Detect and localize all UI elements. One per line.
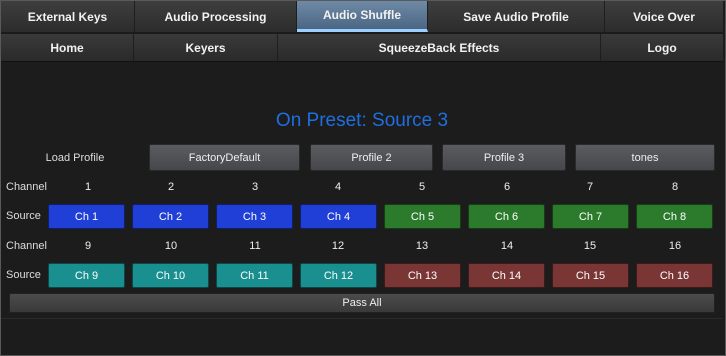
divider	[1, 318, 723, 319]
channel-number: 13	[415, 240, 429, 252]
pass-all-button[interactable]: Pass All	[9, 293, 715, 313]
source-button-ch3[interactable]: Ch 3	[216, 204, 293, 229]
channel-number: 7	[586, 181, 594, 193]
source-button-ch7[interactable]: Ch 7	[552, 204, 629, 229]
profile-button-tones[interactable]: tones	[575, 144, 715, 171]
source-button-ch13[interactable]: Ch 13	[384, 263, 461, 288]
source-button-ch10[interactable]: Ch 10	[132, 263, 209, 288]
preset-title: On Preset: Source 3	[275, 110, 449, 131]
profile-button-profile-3[interactable]: Profile 3	[442, 144, 566, 171]
source-button-ch5[interactable]: Ch 5	[384, 204, 461, 229]
source-button-ch4[interactable]: Ch 4	[300, 204, 377, 229]
channel-number: 8	[671, 181, 679, 193]
source-button-ch12[interactable]: Ch 12	[300, 263, 377, 288]
channel-number: 16	[668, 240, 682, 252]
channel-number: 3	[251, 181, 259, 193]
tab-external-keys[interactable]: External Keys	[1, 1, 135, 32]
source-row-label-1: Source	[6, 210, 41, 222]
channel-number: 14	[500, 240, 514, 252]
tab-home[interactable]: Home	[1, 34, 134, 61]
top-tab-bar: External Keys Audio Processing Audio Shu…	[1, 1, 723, 32]
load-profile-label: Load Profile	[45, 152, 105, 164]
source-button-ch15[interactable]: Ch 15	[552, 263, 629, 288]
source-button-ch6[interactable]: Ch 6	[468, 204, 545, 229]
channel-number: 12	[331, 240, 345, 252]
channel-number: 1	[84, 181, 92, 193]
source-button-ch9[interactable]: Ch 9	[48, 263, 125, 288]
channel-number: 6	[503, 181, 511, 193]
channel-number: 5	[418, 181, 426, 193]
source-row-label-2: Source	[6, 269, 41, 281]
channel-number: 10	[164, 240, 178, 252]
tab-voice-over[interactable]: Voice Over	[605, 1, 723, 32]
tab-audio-shuffle[interactable]: Audio Shuffle	[297, 1, 428, 32]
tab-audio-processing[interactable]: Audio Processing	[135, 1, 297, 32]
profile-button-factorydefault[interactable]: FactoryDefault	[149, 144, 300, 171]
profile-button-profile-2[interactable]: Profile 2	[310, 144, 433, 171]
channel-number: 4	[334, 181, 342, 193]
source-button-ch14[interactable]: Ch 14	[468, 263, 545, 288]
channel-number: 2	[167, 181, 175, 193]
channel-row-label-1: Channel	[6, 181, 47, 193]
source-button-ch1[interactable]: Ch 1	[48, 204, 125, 229]
source-button-ch2[interactable]: Ch 2	[132, 204, 209, 229]
channel-number: 11	[249, 240, 261, 252]
channel-row-label-2: Channel	[6, 240, 47, 252]
source-button-ch8[interactable]: Ch 8	[636, 204, 713, 229]
tab-squeezeback-effects[interactable]: SqueezeBack Effects	[278, 34, 601, 61]
source-button-ch11[interactable]: Ch 11	[216, 263, 293, 288]
channel-number: 9	[84, 240, 92, 252]
source-button-ch16[interactable]: Ch 16	[636, 263, 713, 288]
tab-save-audio-profile[interactable]: Save Audio Profile	[428, 1, 605, 32]
tab-logo[interactable]: Logo	[601, 34, 723, 61]
channel-number: 15	[583, 240, 597, 252]
second-tab-bar: Home Keyers SqueezeBack Effects Logo	[1, 33, 723, 62]
tab-keyers[interactable]: Keyers	[134, 34, 278, 61]
